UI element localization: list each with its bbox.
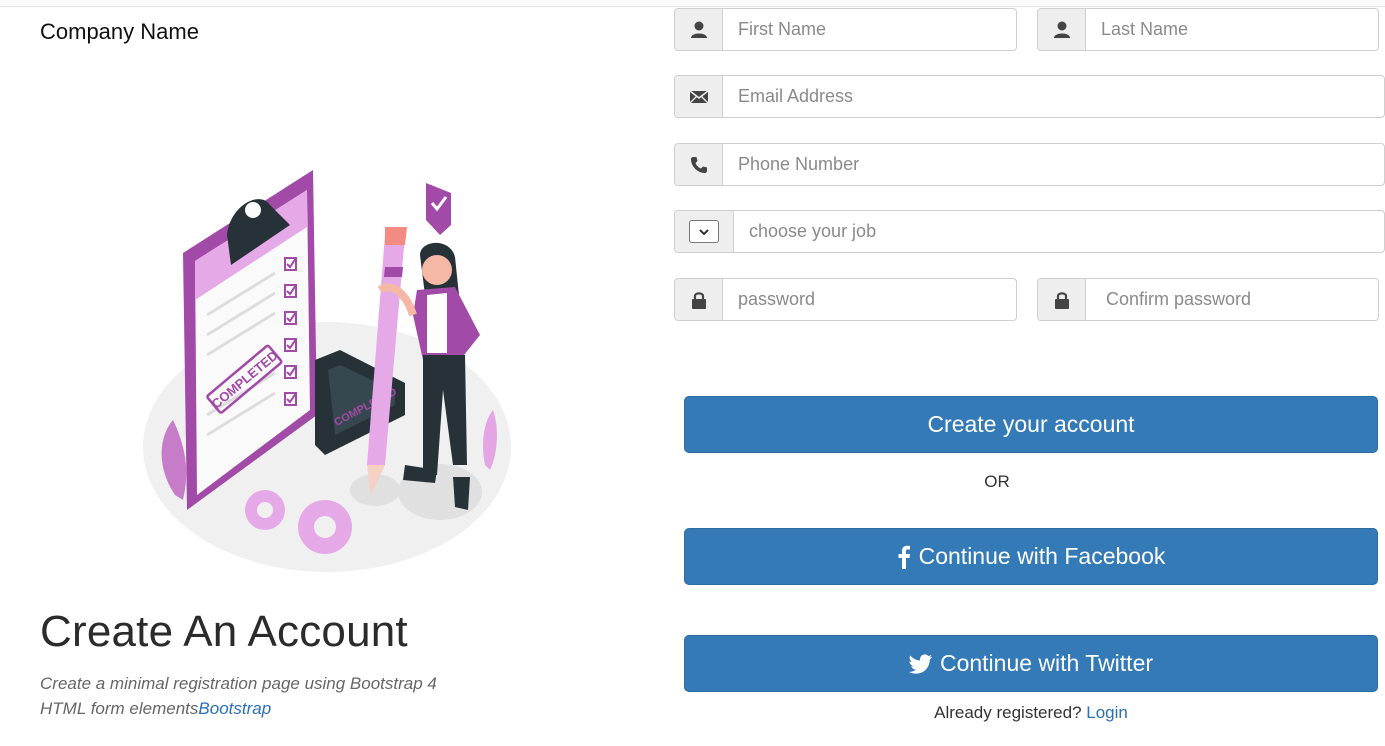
create-account-label: Create your account — [927, 411, 1135, 437]
chevron-down-icon[interactable] — [689, 220, 719, 243]
facebook-label: Continue with Facebook — [918, 543, 1166, 569]
first-name-group — [674, 8, 1017, 51]
twitter-icon — [908, 653, 932, 674]
login-link[interactable]: Login — [1086, 703, 1128, 722]
twitter-label: Continue with Twitter — [939, 650, 1154, 676]
registration-illustration: COMPLETED COMPLETED — [143, 170, 511, 572]
login-prompt: Already registered? Login — [684, 703, 1378, 723]
email-group — [674, 75, 1385, 118]
phone-input[interactable] — [723, 144, 1384, 185]
phone-icon — [675, 144, 723, 185]
user-icon — [1038, 9, 1086, 50]
already-registered-text: Already registered? — [934, 703, 1082, 722]
twitter-button[interactable]: Continue with Twitter — [684, 635, 1378, 692]
last-name-input[interactable] — [1086, 9, 1378, 50]
job-group — [674, 210, 1385, 253]
password-input[interactable] — [723, 279, 1016, 320]
job-input[interactable] — [734, 211, 1384, 252]
create-account-button[interactable]: Create your account — [684, 396, 1378, 453]
email-input[interactable] — [723, 76, 1384, 117]
job-select-toggle[interactable] — [675, 211, 734, 252]
password-group — [674, 278, 1017, 321]
confirm-password-input[interactable] — [1086, 279, 1378, 320]
top-border — [0, 0, 1385, 7]
bootstrap-link[interactable]: Bootstrap — [198, 699, 271, 718]
facebook-button[interactable]: Continue with Facebook — [684, 528, 1378, 585]
brand-name: Company Name — [40, 19, 199, 44]
first-name-input[interactable] — [723, 9, 1016, 50]
phone-group — [674, 143, 1385, 186]
check-bubble-shape — [426, 183, 451, 235]
facebook-icon — [898, 545, 910, 569]
or-divider: OR — [984, 472, 1010, 491]
confirm-password-group — [1037, 278, 1379, 321]
lock-icon — [675, 279, 723, 320]
last-name-group — [1037, 8, 1379, 51]
page-title: Create An Account — [40, 607, 408, 656]
envelope-icon — [675, 76, 723, 117]
user-icon — [675, 9, 723, 50]
lock-icon — [1038, 279, 1086, 320]
page-subtitle: Create a minimal registration page using… — [40, 671, 480, 721]
